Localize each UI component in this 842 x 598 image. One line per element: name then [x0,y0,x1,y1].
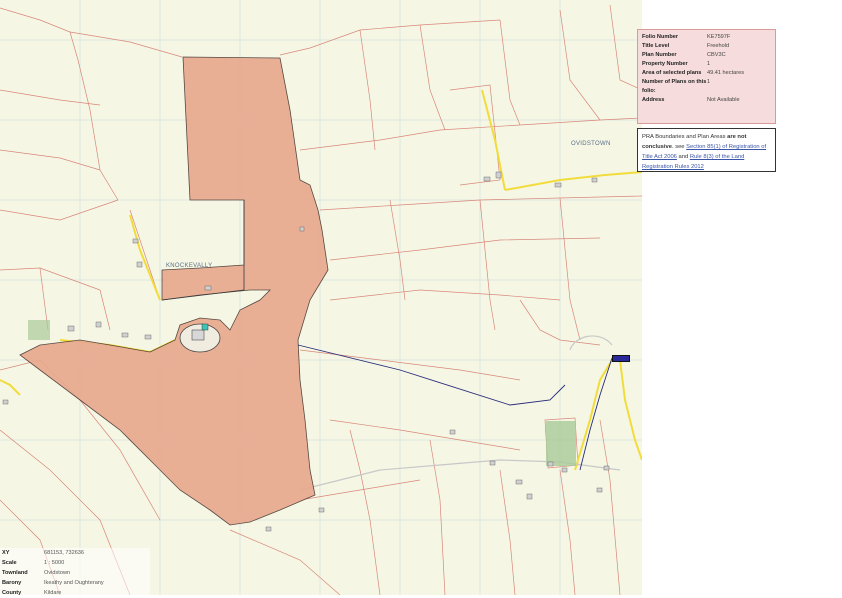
legend-row-xy: XY 681153, 732636 [0,548,150,558]
legend-value: Kildare [44,590,62,596]
info-value: CBV3C [707,52,726,58]
notice-text: and [678,154,689,160]
map-grid [0,0,642,595]
info-row-property-number: Property Number 1 [642,60,771,69]
info-key: Plan Number [642,52,677,58]
info-key: Folio Number [642,34,679,40]
legend-key: Townland [2,570,28,576]
legend-value: Ovidstown [44,570,71,576]
info-key: Property Number [642,61,688,67]
green-field [546,421,576,466]
selected-parcel[interactable] [19,56,329,526]
legend-value: Ikeathy and Oughterany [44,580,104,586]
info-value: 1 [707,61,711,67]
legend-key: County [2,590,22,596]
tracks [299,335,621,491]
townland-label-ovidstown: OVIDSTOWN [571,141,611,147]
info-key: Area of selected plans [642,70,702,76]
info-value: Freehold [707,43,730,49]
info-value: 49.41 hectares [707,70,745,76]
legend-key: XY [2,550,10,556]
info-row-area: Area of selected plans 49.41 hectares [642,69,771,78]
disclaimer-notice: PRA Boundaries and Plan Areas are not co… [637,128,776,172]
legend-key: Scale [2,560,17,566]
legend-row-townland: Townland Ovidstown [0,568,150,578]
map-legend: XY 681153, 732636 Scale 1 : 5000 Townlan… [0,548,150,598]
map-canvas[interactable]: KNOCKEVALLY OVIDSTOWN [0,0,642,595]
info-key: Title Level [642,43,670,49]
folio-info-panel: Folio Number KE7597F Title Level Freehol… [637,29,776,124]
info-value: 1 [707,79,711,85]
farmstead [179,323,221,353]
info-value: KE7597F [707,34,731,40]
transmission-line [297,344,566,406]
townland-label-knockevally: KNOCKEVALLY [166,263,213,269]
notice-text: . see [671,144,685,150]
notice-text: PRA Boundaries and Plan Areas [642,134,726,140]
info-value: Not Available [707,97,740,103]
legend-key: Barony [2,580,22,586]
field-boundaries [0,4,642,595]
legend-row-barony: Barony Ikeathy and Oughterany [0,578,150,588]
info-row-number-of-plans: Number of Plans on this folio: 1 [642,78,771,96]
legend-value: 681153, 732636 [44,550,85,556]
info-row-plan-number: Plan Number CBV3C [642,51,771,60]
legend-row-scale: Scale 1 : 5000 [0,558,150,568]
map-layer [0,0,642,595]
legend-row-county: County Kildare [0,588,150,598]
info-row-address: Address Not Available [642,96,771,105]
info-key: Number of Plans on this folio: [642,79,707,94]
info-key: Address [642,97,665,103]
legend-value: 1 : 5000 [44,560,65,566]
info-row-title-level: Title Level Freehold [642,42,771,51]
location-marker[interactable] [612,355,630,362]
green-field-small [28,320,50,340]
transmission-line-2 [579,357,613,471]
info-row-folio-number: Folio Number KE7597F [642,33,771,42]
